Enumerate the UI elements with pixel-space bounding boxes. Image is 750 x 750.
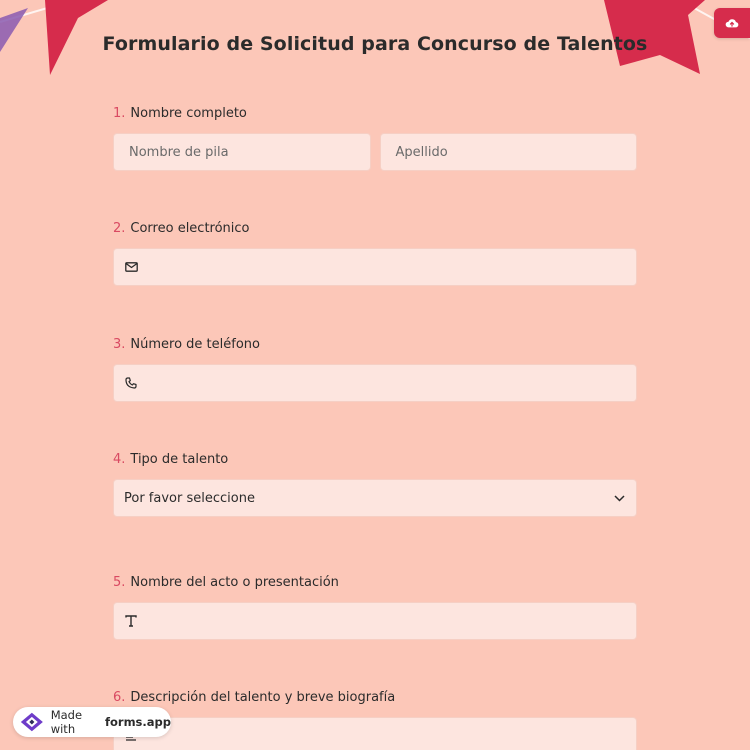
name-row: Nombre de pila Apellido [113, 133, 637, 171]
question-text: Nombre completo [130, 106, 247, 121]
act-name-input[interactable] [113, 602, 637, 640]
question-talent-type: 4. Tipo de talento Por favor seleccione [113, 452, 637, 517]
question-label: 3. Número de teléfono [113, 337, 637, 352]
chevron-down-icon [612, 491, 626, 505]
question-text: Número de teléfono [130, 337, 260, 352]
description-textarea[interactable] [113, 717, 637, 750]
question-label: 6. Descripción del talento y breve biogr… [113, 690, 637, 705]
question-talent-description: 6. Descripción del talento y breve biogr… [113, 690, 637, 750]
select-value: Por favor seleccione [124, 490, 255, 506]
question-phone: 3. Número de teléfono [113, 337, 637, 402]
made-with-badge[interactable]: Made with forms.app [13, 707, 171, 737]
forms-app-logo-icon [20, 712, 43, 732]
envelope-icon [124, 260, 138, 274]
first-name-input[interactable]: Nombre de pila [113, 133, 371, 171]
question-text: Tipo de talento [130, 452, 229, 467]
last-name-input[interactable]: Apellido [379, 133, 637, 171]
question-number: 4. [113, 452, 126, 467]
question-number: 5. [113, 575, 126, 590]
question-number: 1. [113, 106, 126, 121]
badge-brand: forms.app [105, 715, 171, 729]
last-name-placeholder: Apellido [395, 144, 448, 160]
question-label: 2. Correo electrónico [113, 221, 637, 236]
question-email: 2. Correo electrónico [113, 221, 637, 286]
question-label: 1. Nombre completo [113, 106, 637, 121]
phone-icon [124, 376, 138, 390]
talent-type-select[interactable]: Por favor seleccione [113, 479, 637, 517]
question-text: Correo electrónico [130, 221, 250, 236]
first-name-placeholder: Nombre de pila [129, 144, 229, 160]
form-title: Formulario de Solicitud para Concurso de… [102, 33, 648, 55]
email-input[interactable] [113, 248, 637, 286]
question-text: Nombre del acto o presentación [130, 575, 339, 590]
text-T-icon [124, 614, 138, 628]
question-full-name: 1. Nombre completo Nombre de pila Apelli… [113, 106, 637, 171]
phone-input[interactable] [113, 364, 637, 402]
question-text: Descripción del talento y breve biografí… [130, 690, 396, 705]
cloud-upload-icon [725, 19, 739, 28]
badge-prefix: Made with [50, 708, 83, 736]
question-act-name: 5. Nombre del acto o presentación [113, 575, 637, 640]
question-label: 5. Nombre del acto o presentación [113, 575, 637, 590]
question-number: 2. [113, 221, 126, 236]
question-number: 6. [113, 690, 126, 705]
question-number: 3. [113, 337, 126, 352]
form-page: Formulario de Solicitud para Concurso de… [0, 0, 750, 750]
question-label: 4. Tipo de talento [113, 452, 637, 467]
